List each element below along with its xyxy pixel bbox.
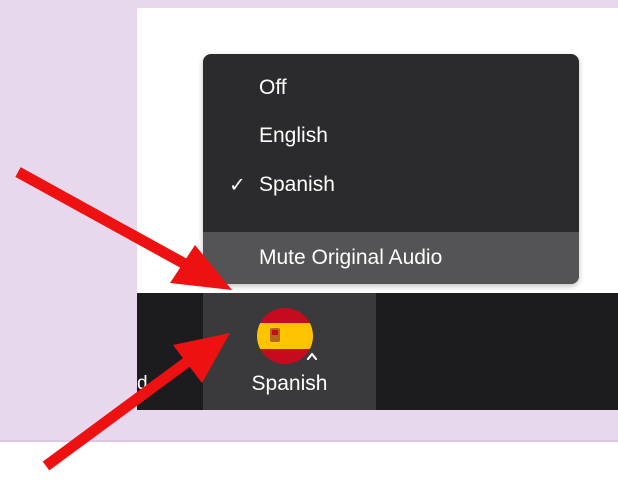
- arrow-to-language-button-icon: [42, 333, 230, 471]
- arrow-to-menu-icon: [15, 167, 232, 290]
- annotation-arrows: [15, 167, 232, 471]
